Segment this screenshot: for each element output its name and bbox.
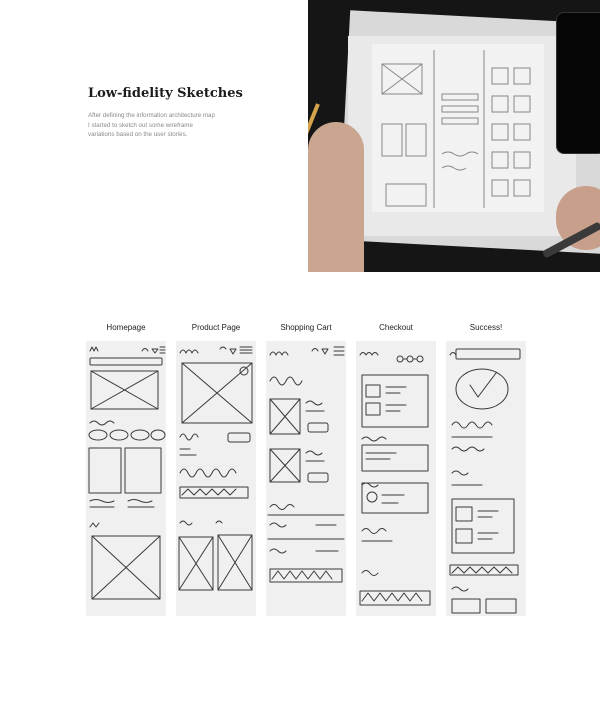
homepage-sketch <box>86 341 166 616</box>
success-label: Success! <box>469 323 503 332</box>
homepage-label: Homepage <box>106 323 146 332</box>
intro-section: Low-fidelity Sketches After defining the… <box>88 86 288 140</box>
checkout-label: Checkout <box>379 323 413 332</box>
shopping-cart-sketch <box>266 341 346 616</box>
product-page-sketch <box>176 341 256 616</box>
product-page-label: Product Page <box>191 323 241 332</box>
section-title: Low-fidelity Sketches <box>88 86 243 101</box>
shopping-cart-label: Shopping Cart <box>280 323 332 332</box>
section-description: After defining the information architect… <box>88 112 215 138</box>
success-sketch <box>446 341 526 616</box>
checkout-sketch <box>356 341 436 616</box>
sketch-photo <box>308 0 600 272</box>
